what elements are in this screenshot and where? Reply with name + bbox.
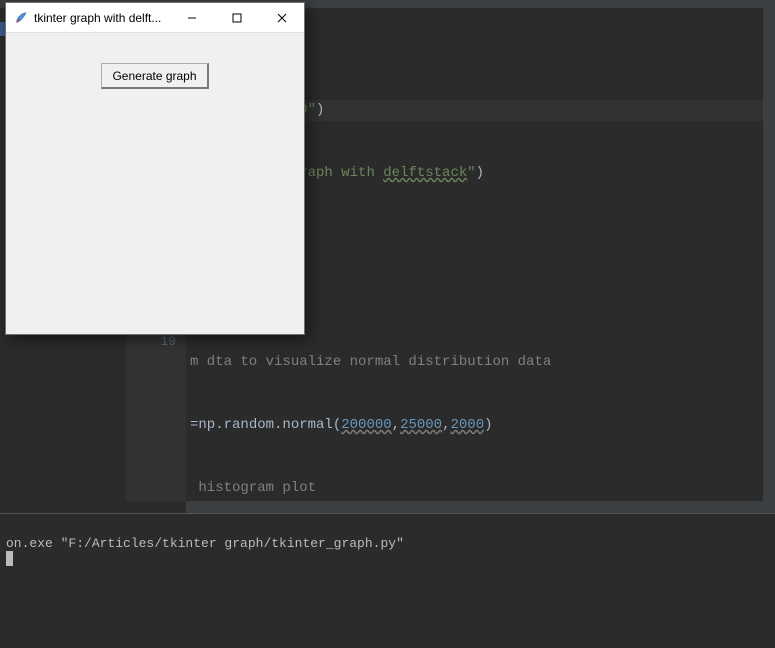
code-line: histogram plot — [190, 478, 775, 499]
generate-graph-button[interactable]: Generate graph — [101, 63, 208, 89]
terminal-output: on.exe "F:/Articles/tkinter graph/tkinte… — [6, 536, 404, 551]
window-controls — [169, 3, 304, 32]
minimize-button[interactable] — [169, 3, 214, 32]
tk-feather-icon — [14, 11, 28, 25]
vertical-scrollbar[interactable] — [763, 8, 775, 501]
maximize-icon — [232, 13, 242, 23]
code-line: m dta to visualize normal distribution d… — [190, 352, 775, 373]
tk-title: tkinter graph with delft... — [34, 11, 169, 25]
terminal-caret — [6, 551, 13, 566]
maximize-button[interactable] — [214, 3, 259, 32]
close-icon — [277, 13, 287, 23]
horizontal-scrollbar[interactable] — [186, 501, 775, 513]
minimize-icon — [187, 13, 197, 23]
close-button[interactable] — [259, 3, 304, 32]
code-line: =np.random.normal(200000,25000,2000) — [190, 415, 775, 436]
terminal-pane[interactable]: on.exe "F:/Articles/tkinter graph/tkinte… — [0, 513, 775, 648]
tk-body: Generate graph — [6, 33, 304, 334]
tk-titlebar[interactable]: tkinter graph with delft... — [6, 3, 304, 33]
tk-window[interactable]: tkinter graph with delft... Generate gra… — [5, 2, 305, 335]
